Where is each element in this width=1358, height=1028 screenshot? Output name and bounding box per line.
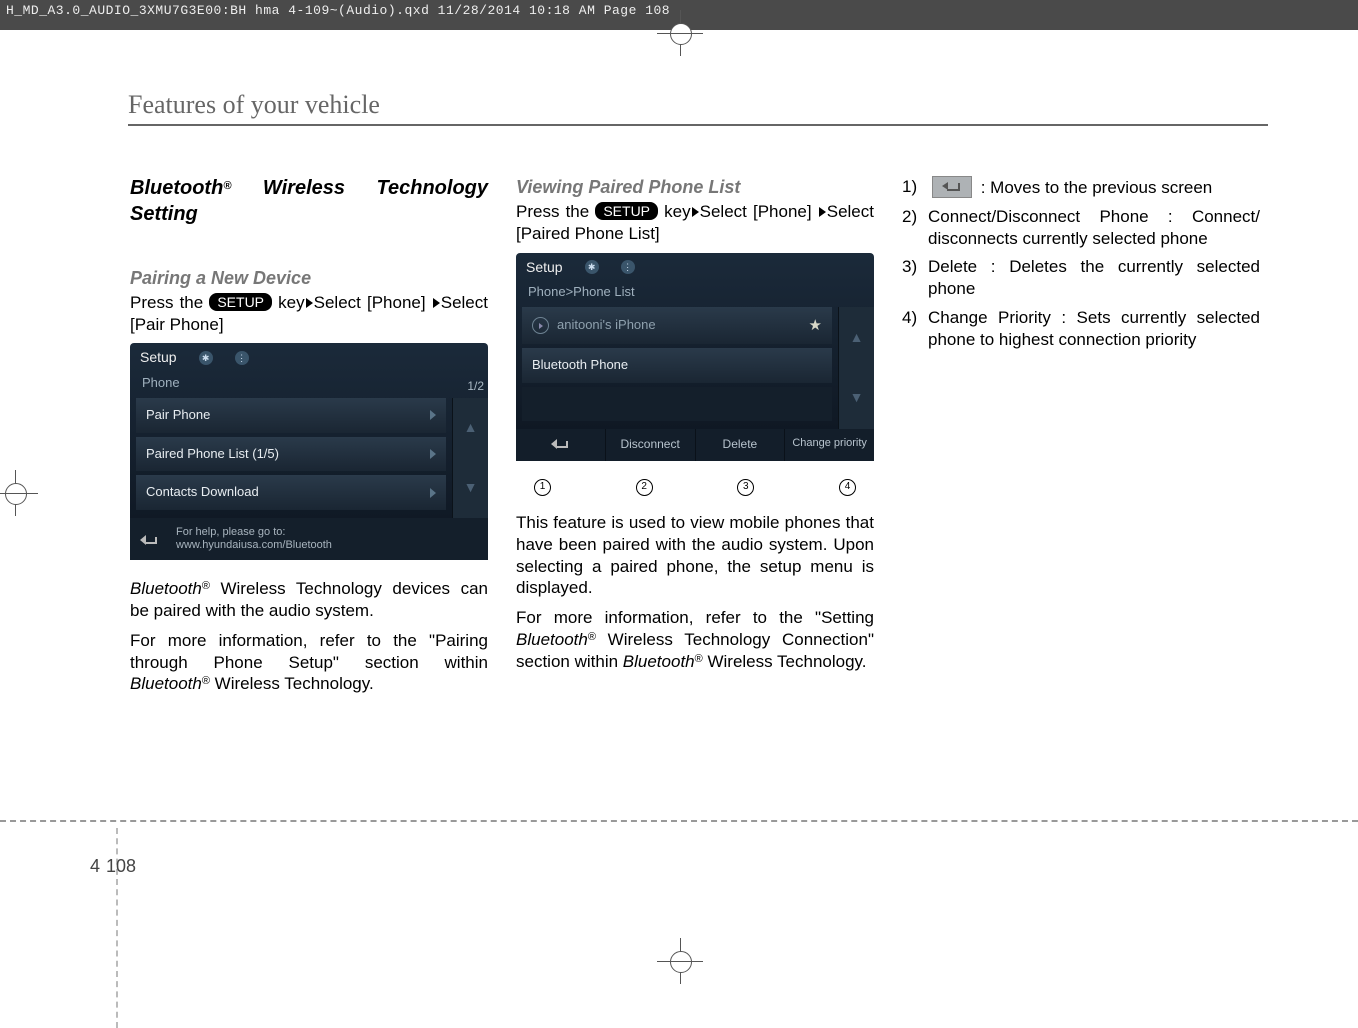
screenshot-breadcrumb: Phone: [142, 375, 180, 390]
callout-item: 1) : Moves to the previous screen: [902, 176, 1260, 199]
bluetooth-heading: Bluetooth® Wireless Technology Setting: [130, 176, 488, 227]
page-count: 1/2: [467, 379, 484, 394]
chevron-right-icon: [430, 488, 436, 498]
pairing-instruction: Press the SETUP keySelect [Phone] Select…: [130, 292, 488, 336]
setup-key-label: SETUP: [209, 293, 272, 311]
column-1: Bluetooth® Wireless Technology Setting P…: [130, 176, 488, 703]
body-text: Bluetooth® Wireless Technology devices c…: [130, 578, 488, 622]
scroll-down-button: ▼: [838, 368, 874, 429]
back-icon: [551, 437, 569, 449]
back-icon: [140, 533, 158, 545]
change-priority-button: Change priority: [785, 429, 874, 461]
chevron-right-icon: [433, 298, 440, 308]
list-item: [522, 387, 832, 421]
left-register-mark: [0, 470, 38, 516]
scroll-up-button: ▲: [838, 307, 874, 368]
callout-numbers: 1 2 3 4: [516, 477, 874, 498]
column-3: 1) : Moves to the previous screen 2) Con…: [902, 176, 1260, 703]
help-text: For help, please go to: www.hyundaiusa.c…: [176, 526, 332, 552]
pairing-subheading: Pairing a New Device: [130, 267, 488, 290]
disconnect-button: Disconnect: [606, 429, 696, 461]
callout-item: 2) Connect/Disconnect Phone : Connect/ d…: [902, 206, 1260, 250]
share-icon: ⋮: [235, 351, 249, 365]
chevron-right-icon: [430, 410, 436, 420]
file-header-text: H_MD_A3.0_AUDIO_3XMU7G3E00:BH hma 4-109~…: [6, 3, 670, 18]
chevron-right-icon: [692, 207, 699, 217]
phone-list-screenshot: Setup ✱ ⋮ Phone>Phone List anitooni's iP…: [516, 253, 874, 462]
body-text: For more information, refer to the "Sett…: [516, 607, 874, 672]
back-button-icon: [932, 176, 972, 198]
screenshot-title: Setup: [526, 259, 563, 277]
body-text: This feature is used to view mobile phon…: [516, 512, 874, 599]
trim-rule-horizontal: [0, 820, 1358, 822]
bluetooth-icon: ✱: [199, 351, 213, 365]
back-button: [516, 429, 606, 461]
body-text: For more information, refer to the "Pair…: [130, 630, 488, 695]
column-2: Viewing Paired Phone List Press the SETU…: [516, 176, 874, 703]
chevron-right-icon: [430, 449, 436, 459]
viewing-instruction: Press the SETUP keySelect [Phone] Select…: [516, 201, 874, 245]
delete-button: Delete: [696, 429, 786, 461]
list-item: Paired Phone List (1/5): [136, 437, 446, 472]
circled-number: 2: [636, 479, 653, 496]
bluetooth-icon: ✱: [585, 260, 599, 274]
setup-phone-screenshot: Setup ✱ ⋮ Phone 1/2 Pair Phone Paired Ph…: [130, 343, 488, 560]
list-item: Contacts Download: [136, 475, 446, 510]
viewing-subheading: Viewing Paired Phone List: [516, 176, 874, 199]
list-item: Bluetooth Phone: [522, 348, 832, 383]
setup-key-label: SETUP: [595, 202, 658, 220]
page-number: 4108: [90, 856, 136, 877]
active-icon: [532, 317, 549, 334]
bottom-register-mark: [657, 938, 703, 984]
screenshot-breadcrumb: Phone>Phone List: [516, 282, 874, 307]
chevron-right-icon: [819, 207, 826, 217]
circled-number: 1: [534, 479, 551, 496]
section-title: Features of your vehicle: [128, 90, 1328, 120]
scroll-down-button: ▼: [452, 458, 488, 518]
circled-number: 4: [839, 479, 856, 496]
screenshot-title: Setup: [140, 349, 177, 367]
share-icon: ⋮: [621, 260, 635, 274]
circled-number: 3: [737, 479, 754, 496]
section-rule: [128, 124, 1268, 126]
star-icon: ★: [809, 316, 822, 335]
list-item: Pair Phone: [136, 398, 446, 433]
chevron-right-icon: [306, 298, 313, 308]
list-item: anitooni's iPhone ★: [522, 307, 832, 344]
callout-item: 3) Delete : Deletes the currently select…: [902, 256, 1260, 300]
callout-list: 1) : Moves to the previous screen 2) Con…: [902, 176, 1260, 350]
callout-item: 4) Change Priority : Sets currently sele…: [902, 307, 1260, 351]
scroll-up-button: ▲: [452, 398, 488, 458]
